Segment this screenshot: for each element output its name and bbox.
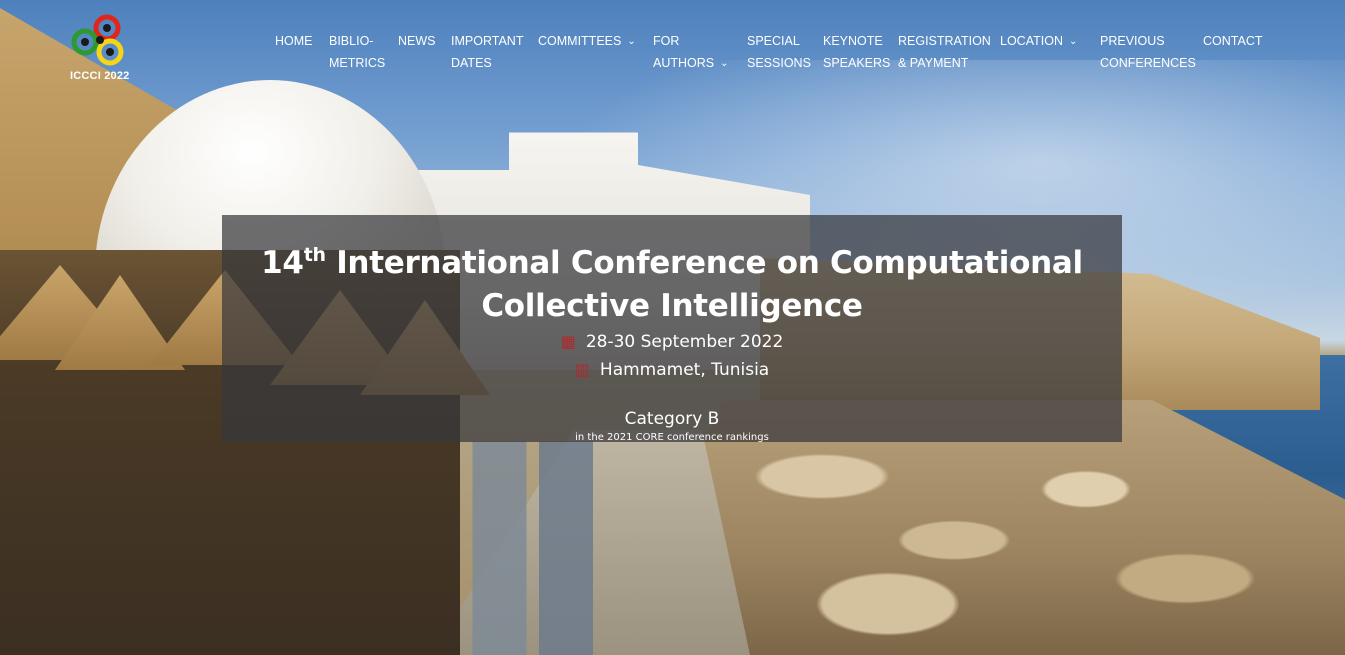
nav-registration-payment[interactable]: REGISTRATION & PAYMENT <box>898 30 991 74</box>
nav-label: KEYNOTE <box>823 34 883 48</box>
title-ordinal: 14 <box>261 245 304 281</box>
chevron-down-icon: ⌄ <box>627 36 636 47</box>
nav-label: DATES <box>451 56 492 70</box>
nav-committees[interactable]: COMMITTEES ⌄ <box>538 30 636 53</box>
nav-label: SESSIONS <box>747 56 811 70</box>
nav-label: CONFERENCES <box>1100 56 1196 70</box>
nav-news[interactable]: NEWS <box>398 30 436 52</box>
nav-label: CONTACT <box>1203 34 1263 48</box>
main-nav: HOME BIBLIO- METRICS NEWS IMPORTANT DATE… <box>0 30 1345 80</box>
nav-label: SPECIAL <box>747 34 800 48</box>
nav-label: IMPORTANT <box>451 34 524 48</box>
map-icon: ▥ <box>574 360 590 379</box>
core-ranking-note: in the 2021 CORE conference rankings <box>575 432 769 443</box>
nav-label: METRICS <box>329 56 386 70</box>
nav-label: PREVIOUS <box>1100 34 1165 48</box>
conference-location: ▥ Hammamet, Tunisia <box>222 356 1122 384</box>
conference-title: 14th International Conference on Computa… <box>222 234 1122 328</box>
title-line-2: Collective Intelligence <box>481 288 863 324</box>
title-superscript: th <box>303 244 326 266</box>
nav-label: & PAYMENT <box>898 56 969 70</box>
nav-important-dates[interactable]: IMPORTANT DATES <box>451 30 523 74</box>
nav-keynote-speakers[interactable]: KEYNOTE SPEAKERS <box>823 30 890 74</box>
walking-people <box>458 441 611 655</box>
chevron-down-icon: ⌄ <box>1068 36 1078 47</box>
nav-bibliometrics[interactable]: BIBLIO- METRICS <box>329 30 385 74</box>
location-text: Hammamet, Tunisia <box>599 360 770 380</box>
nav-label: FOR <box>653 34 680 48</box>
nav-contact[interactable]: CONTACT <box>1203 30 1263 52</box>
hero-overlay: 14th International Conference on Computa… <box>222 215 1122 443</box>
chevron-down-icon: ⌄ <box>720 58 729 69</box>
conference-date: ▦ 28-30 September 2022 <box>222 328 1122 356</box>
date-text: 28-30 September 2022 <box>585 332 784 352</box>
nav-home[interactable]: HOME <box>275 30 313 52</box>
nav-previous-conferences[interactable]: PREVIOUS CONFERENCES <box>1100 30 1196 74</box>
calendar-icon: ▦ <box>560 332 576 351</box>
title-line-1: International Conference on Computationa… <box>325 245 1083 281</box>
nav-label: LOCATION <box>1000 34 1063 48</box>
nav-label: SPEAKERS <box>823 56 891 70</box>
nav-special-sessions[interactable]: SPECIAL SESSIONS <box>747 30 811 74</box>
nav-location[interactable]: LOCATION ⌄ <box>1000 30 1077 53</box>
nav-label: HOME <box>275 34 313 48</box>
core-category: Category B <box>624 409 720 429</box>
nav-label: AUTHORS <box>653 56 715 70</box>
nav-label: NEWS <box>398 34 436 48</box>
nav-label: COMMITTEES <box>538 34 622 48</box>
nav-for-authors[interactable]: FOR AUTHORS ⌄ <box>653 30 729 75</box>
nav-label: BIBLIO- <box>329 34 374 48</box>
nav-label: REGISTRATION <box>898 34 991 48</box>
